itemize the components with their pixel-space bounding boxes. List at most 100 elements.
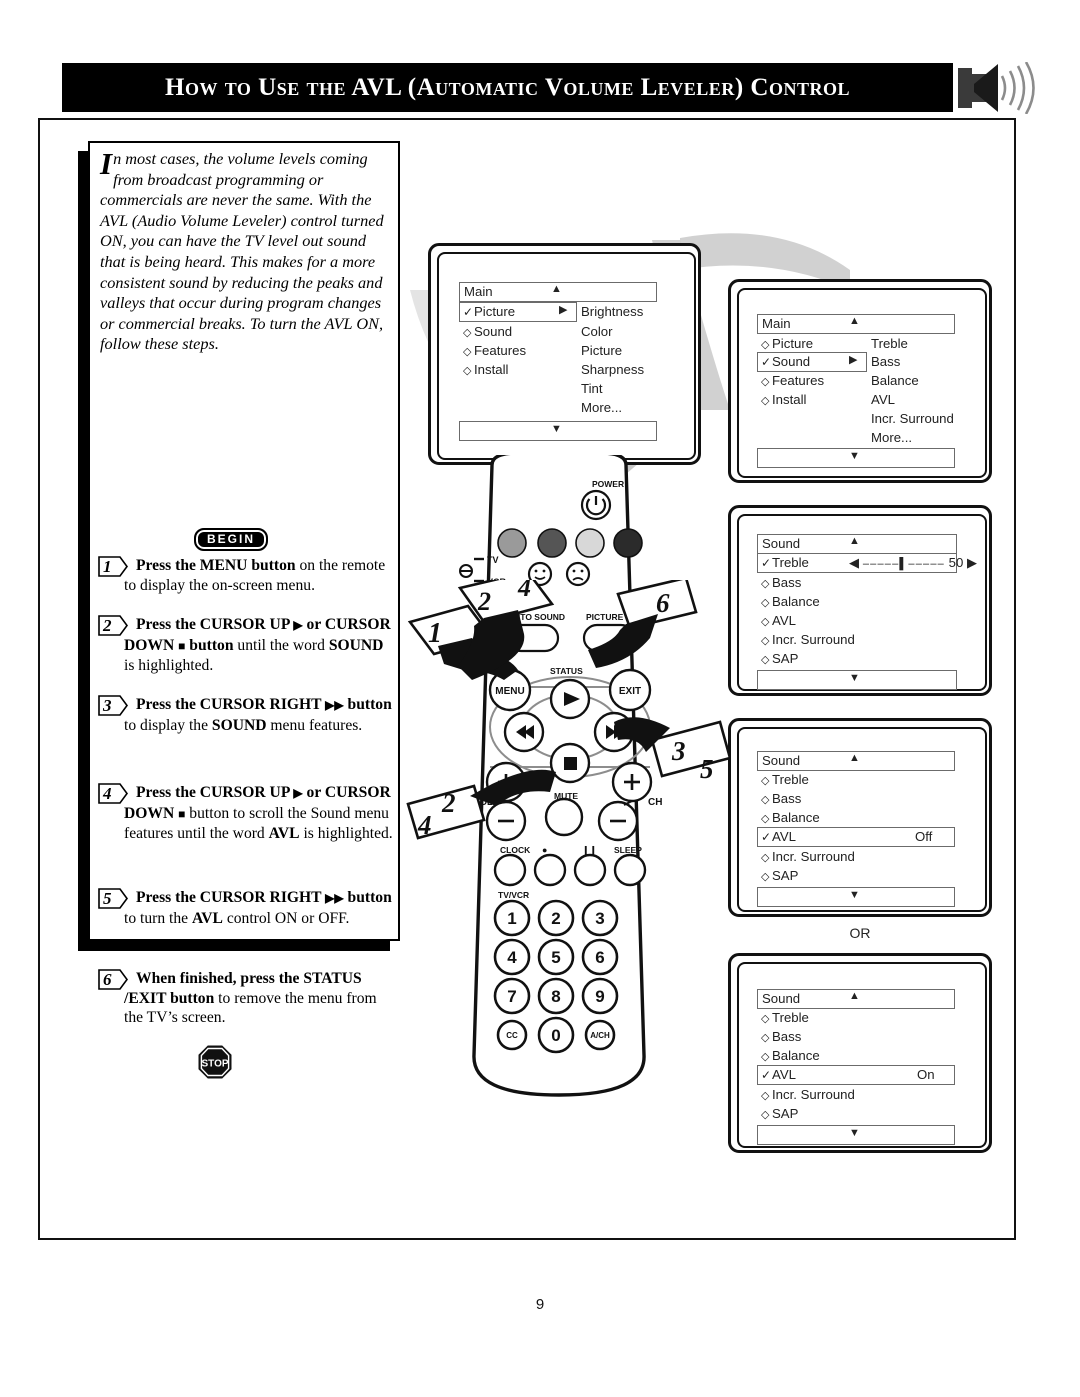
osd-item-avl[interactable]: ◇ AVL: [761, 611, 796, 630]
osd-sub-sharpness[interactable]: Sharpness: [581, 360, 644, 379]
osd-sub-more[interactable]: More...: [581, 398, 622, 417]
svg-text:VOL: VOL: [474, 797, 493, 807]
osd-item-features[interactable]: ◇ Features: [463, 341, 526, 360]
osd-sub-avl[interactable]: AVL: [871, 390, 895, 409]
osd-sub-brightness[interactable]: Brightness: [581, 302, 643, 321]
slider-left-arrow-icon[interactable]: ◀: [849, 555, 859, 570]
osd-item-treble[interactable]: ✓Treble: [761, 553, 809, 572]
intro-dropcap: I: [100, 146, 113, 181]
osd-item-balance[interactable]: ◇ Balance: [761, 808, 820, 827]
osd-scroll-down-icon[interactable]: ▼: [551, 423, 562, 435]
osd-item-bass[interactable]: ◇ Bass: [761, 789, 801, 808]
osd-submenu-arrow-icon: ▶: [849, 354, 858, 366]
step-1: 1 Press the MENU button on the remote to…: [98, 556, 396, 595]
tv-screen-sound-avl-off: Sound ▲ ◇ Treble ◇ Bass ◇ Balance ✓AVL Off …: [728, 718, 992, 917]
osd-scroll-down-icon[interactable]: ▼: [849, 450, 860, 462]
osd-avl-value: On: [917, 1067, 935, 1082]
osd-item-sound[interactable]: ✓Sound: [761, 352, 810, 371]
osd-item-avl[interactable]: ✓AVL: [761, 1065, 796, 1084]
step-text-3: Press the CURSOR RIGHT ▶▶ button to disp…: [124, 696, 392, 734]
page-title: How to Use the AVL (Automatic Volume Lev…: [165, 74, 850, 101]
svg-text:SLEEP: SLEEP: [614, 845, 642, 855]
osd-item-features[interactable]: ◇ Features: [761, 371, 824, 390]
osd-sound-avl-on: Sound ▲ ◇ Treble ◇ Bass ◇ Balance ✓AVL On ◇…: [757, 989, 957, 1145]
remote-key-label: 7: [507, 987, 516, 1006]
intro-body: n most cases, the volume levels coming f…: [100, 149, 384, 354]
begin-badge: BEGIN: [194, 528, 268, 551]
osd-scroll-down-icon[interactable]: ▼: [849, 1127, 860, 1139]
remote-key-label: 9: [595, 987, 604, 1006]
osd-item-incr-surround[interactable]: ◇ Incr. Surround: [761, 847, 855, 866]
svg-text:POWER: POWER: [592, 479, 624, 489]
page-header-bar: How to Use the AVL (Automatic Volume Lev…: [62, 63, 953, 112]
svg-text:MENU: MENU: [495, 686, 524, 697]
osd-sub-bass[interactable]: Bass: [871, 352, 900, 371]
page-number: 9: [535, 1296, 545, 1313]
osd-item-balance[interactable]: ◇ Balance: [761, 592, 820, 611]
osd-item-install[interactable]: ◇ Install: [463, 360, 508, 379]
osd-item-sound[interactable]: ◇ Sound: [463, 322, 512, 341]
step-text-1: Press the MENU button on the remote to d…: [124, 557, 386, 594]
svg-text:EXIT: EXIT: [619, 686, 641, 697]
osd-item-sap[interactable]: ◇ SAP: [761, 866, 798, 885]
osd-item-sap[interactable]: ◇ SAP: [761, 1104, 798, 1123]
osd-sub-balance[interactable]: Balance: [871, 371, 919, 390]
slider-value: 50: [948, 555, 964, 570]
step-text-2: Press the CURSOR UP ▶ or CURSOR DOWN ■ b…: [124, 616, 391, 675]
remote-key-label: 1: [507, 909, 516, 928]
step-3: 3 Press the CURSOR RIGHT ▶▶ button to di…: [98, 695, 396, 735]
osd-item-balance[interactable]: ◇ Balance: [761, 1046, 820, 1065]
osd-sub-tint[interactable]: Tint: [581, 379, 603, 398]
osd-item-bass[interactable]: ◇ Bass: [761, 573, 801, 592]
svg-text:3: 3: [102, 696, 112, 715]
osd-item-incr-surround[interactable]: ◇ Incr. Surround: [761, 1085, 855, 1104]
osd-item-incr-surround[interactable]: ◇ Incr. Surround: [761, 630, 855, 649]
svg-text:STOP: STOP: [201, 1059, 228, 1070]
step-text-5: Press the CURSOR RIGHT ▶▶ button to turn…: [124, 889, 392, 927]
svg-text:TV/VCR: TV/VCR: [498, 890, 529, 900]
osd-title: Sound: [762, 536, 801, 551]
remote-key-label: A/CH: [590, 1031, 610, 1040]
osd-scroll-up-icon[interactable]: ▲: [849, 535, 860, 547]
step-number-6: 6: [98, 969, 128, 990]
osd-sub-picture[interactable]: Picture: [581, 341, 622, 360]
step-number-5: 5: [98, 888, 128, 909]
slider-right-arrow-icon[interactable]: ▶: [967, 555, 977, 570]
osd-item-avl[interactable]: ✓AVL: [761, 827, 796, 846]
osd-item-bass[interactable]: ◇ Bass: [761, 1027, 801, 1046]
step-5: 5 Press the CURSOR RIGHT ▶▶ button to tu…: [98, 888, 396, 928]
remote-control: POWER TV VCR ACC AUTO SOUND PICTURE STAT…: [400, 451, 730, 1115]
osd-main-picture: Main ▲ ✓Picture ▶ ◇ Sound ◇ Features ◇ Inst…: [459, 282, 659, 442]
osd-sub-treble[interactable]: Treble: [871, 334, 908, 353]
osd-scroll-up-icon[interactable]: ▲: [849, 752, 860, 764]
svg-text:ACC: ACC: [487, 599, 507, 609]
svg-text:VCR: VCR: [487, 577, 507, 587]
osd-sub-more[interactable]: More...: [871, 428, 912, 447]
osd-scroll-up-icon[interactable]: ▲: [849, 315, 860, 327]
step-text-4: Press the CURSOR UP ▶ or CURSOR DOWN ■ b…: [124, 784, 393, 843]
osd-title: Sound: [762, 753, 801, 768]
tv-screen-main-picture: Main ▲ ✓Picture ▶ ◇ Sound ◇ Features ◇ Inst…: [428, 243, 701, 465]
osd-scroll-down-icon[interactable]: ▼: [849, 889, 860, 901]
osd-item-treble[interactable]: ◇ Treble: [761, 770, 809, 789]
osd-sub-color[interactable]: Color: [581, 322, 613, 341]
svg-text:CH: CH: [648, 797, 662, 808]
osd-treble-slider[interactable]: ◀ –––––▌––––– 50 ▶: [849, 553, 977, 572]
osd-item-picture[interactable]: ✓Picture: [463, 302, 515, 321]
svg-text:CLOCK: CLOCK: [500, 845, 531, 855]
osd-title: Main: [464, 284, 493, 299]
tv-screen-sound-avl-on: Sound ▲ ◇ Treble ◇ Bass ◇ Balance ✓AVL On ◇…: [728, 953, 992, 1153]
osd-item-sap[interactable]: ◇ SAP: [761, 649, 798, 668]
step-4: 4 Press the CURSOR UP ▶ or CURSOR DOWN ■…: [98, 783, 396, 844]
osd-scroll-down-icon[interactable]: ▼: [849, 672, 860, 684]
osd-item-picture[interactable]: ◇ Picture: [761, 334, 813, 353]
osd-scroll-up-icon[interactable]: ▲: [849, 990, 860, 1002]
osd-item-install[interactable]: ◇ Install: [761, 390, 806, 409]
remote-key-label: 3: [595, 909, 604, 928]
osd-item-treble[interactable]: ◇ Treble: [761, 1008, 809, 1027]
svg-text:2: 2: [102, 616, 112, 635]
remote-key-label: CC: [506, 1031, 518, 1040]
osd-scroll-up-icon[interactable]: ▲: [551, 283, 562, 295]
osd-sub-incr-surround[interactable]: Incr. Surround: [871, 409, 954, 428]
step-text-6: When finished, press the STATUS /EXIT bu…: [124, 970, 377, 1027]
